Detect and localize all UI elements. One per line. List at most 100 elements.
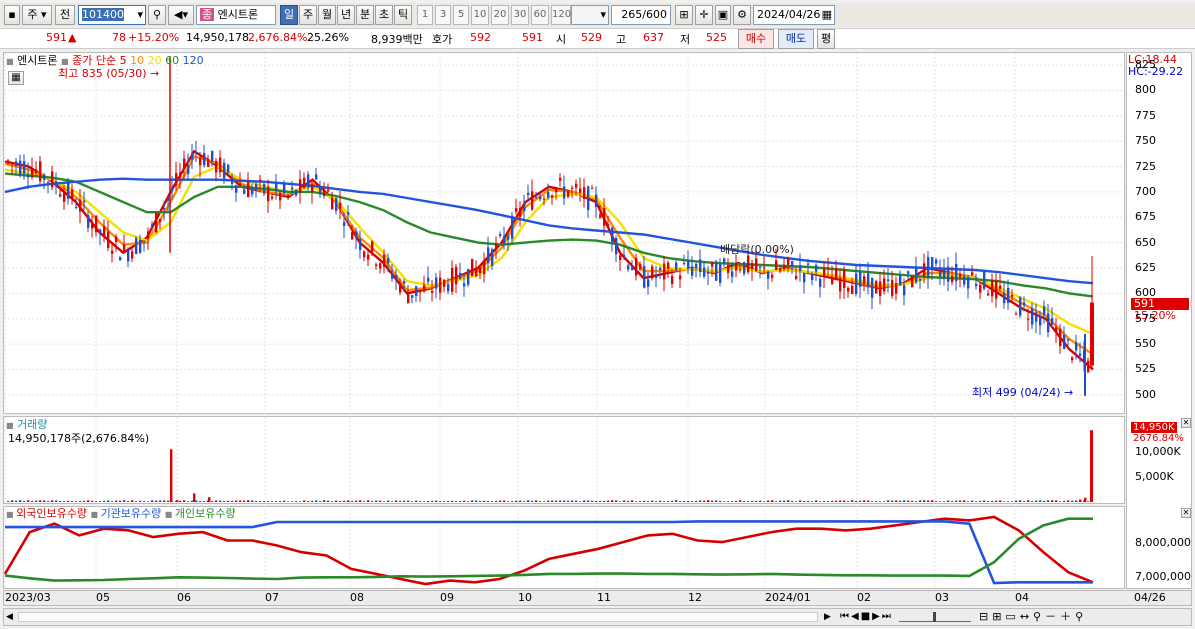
volume-bar [131,500,134,502]
volume-bar [531,500,534,502]
candle-body [47,181,50,183]
candle-body [443,279,446,287]
candle-body [99,229,102,234]
candle-body [407,294,410,303]
volume-bar [871,501,874,502]
candle-body [23,161,26,174]
volume-bar [1051,500,1054,502]
candle-body [1087,360,1090,372]
volume-bar [371,501,374,502]
x-label-4: 08 [350,591,364,604]
scroll-right-icon[interactable]: ▶ [824,611,834,623]
volume-bar [955,500,958,502]
scroll-left-icon[interactable]: ◀ [6,611,16,623]
table-icon[interactable]: ▦ [8,71,24,85]
volume-bar [183,500,186,502]
zoom-slider[interactable] [899,612,971,622]
volume-bar [95,501,98,502]
volume-bar [527,500,530,502]
x-label-8: 12 [688,591,702,604]
volume-bar [239,500,242,502]
volume-bar [271,501,274,502]
bullet-icon: ■ [6,510,17,519]
volume-bar [247,500,250,502]
volume-bar [1043,500,1046,502]
candle-body [1035,312,1038,322]
volume-bar [235,500,238,502]
candle-body [1023,302,1026,306]
volume-spike [208,497,211,502]
max-label: 최고 835 (05/30) → [58,67,160,80]
candle-body [403,281,406,284]
candle-body [683,263,686,265]
volume-bar [623,500,626,502]
volume-bar [359,500,362,502]
candle-body [527,192,530,195]
candle-body [691,266,694,276]
bottom-bar: ◀ ▶ ⏮◀■▶⏭ ⊟⊞▭↔⚲－＋⚲ [3,608,1192,626]
candle-body [839,277,842,292]
candle-body [127,250,130,262]
zoom-controls[interactable]: ⊟⊞▭↔⚲－＋⚲ [979,610,1087,624]
volume-bar [307,501,310,502]
candle-body [355,231,358,238]
volume-bar [159,500,162,502]
candle-body [655,275,658,278]
volume-bar [1019,500,1022,502]
vol-tick-10000: 10,000K [1135,445,1181,458]
volume-bar [143,501,146,502]
candle-body [891,280,894,296]
candle-body [711,261,714,267]
candle-body [1071,357,1074,360]
volume-bar [27,500,30,502]
candle-body [715,261,718,281]
volume-bar [807,500,810,502]
volume-bar [711,500,714,502]
candle-body [163,207,166,210]
candle-body [275,183,278,192]
playback-controls[interactable]: ⏮◀■▶⏭ [840,610,893,624]
volume-bar [999,500,1002,502]
volume-bar [915,501,918,502]
candle-body [643,266,646,288]
volume-bar [731,501,734,502]
volume-bar [39,500,42,502]
x-label-1: 05 [96,591,110,604]
candle-body [367,254,370,260]
volume-spike [170,449,173,502]
volume-bar [227,500,230,502]
candle-body [11,162,14,165]
close-icon[interactable]: ✕ [1181,508,1191,518]
candle-body [195,151,198,154]
volume-bar [847,501,850,502]
scroll-track[interactable] [18,612,818,622]
candle-body [791,261,794,267]
volume-bar [795,501,798,502]
volume-bar [47,501,50,502]
candle-body [235,185,238,193]
candle-body [731,271,734,278]
volume-bar [583,500,586,502]
candle-body [619,255,622,260]
bullet-icon: ■ [6,421,14,430]
volume-bar [891,500,894,502]
x-label-7: 11 [597,591,611,604]
volume-bar [1007,501,1010,502]
price-tick-825: 825 [1135,58,1156,72]
candle-body [947,266,950,282]
candle-body [503,236,506,246]
candle-body [91,224,94,229]
volume-bar [579,501,582,502]
volume-bar [263,501,266,502]
zoom-slider-thumb[interactable] [933,612,936,622]
candle-body [351,232,354,240]
price-tick-500: 500 [1135,387,1156,401]
price-tick-650: 650 [1135,235,1156,249]
volume-readout: 14,950,178주(2,676.84%) [8,432,150,445]
volume-bar [679,501,682,502]
candle-body [583,187,586,199]
close-icon[interactable]: ✕ [1181,418,1191,428]
candle-body [983,271,986,289]
volume-bar [851,500,854,502]
holding-legend-1: 기관보유수량 [100,507,165,520]
